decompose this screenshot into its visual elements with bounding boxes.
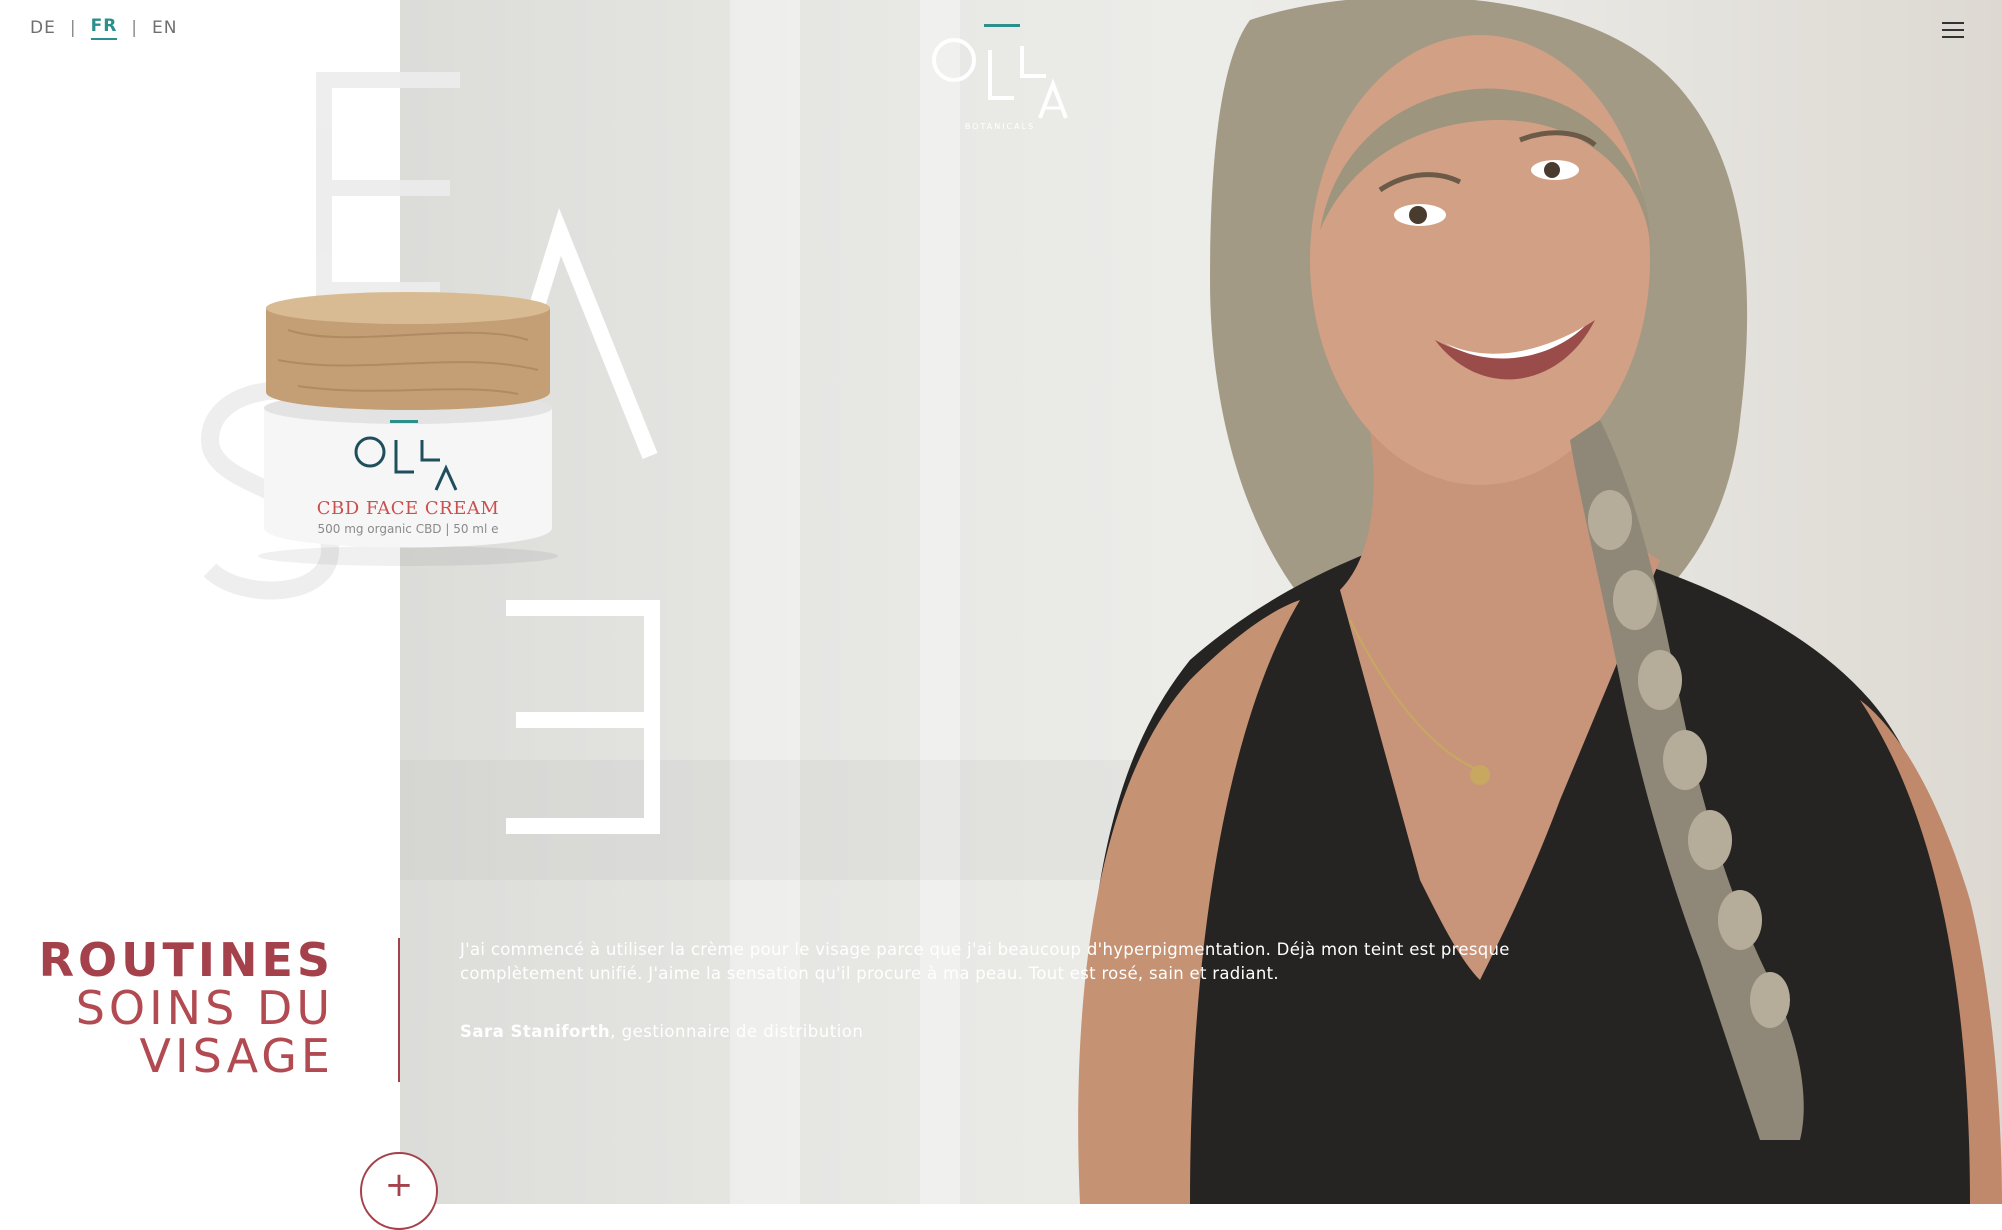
- section-title-line2: SOINS DU: [75, 981, 334, 1035]
- expand-plus-button[interactable]: +: [360, 1152, 438, 1230]
- language-switcher: DE | FR | EN: [30, 16, 177, 40]
- lang-fr-link[interactable]: FR: [90, 16, 118, 40]
- brand-tagline: BOTANICALS: [964, 122, 1036, 131]
- lang-separator: |: [69, 18, 77, 38]
- vertical-divider: [398, 938, 400, 1082]
- lang-de-link[interactable]: DE: [30, 18, 56, 38]
- plus-icon: +: [384, 1165, 414, 1205]
- testimonial-author: Sara Staniforth, gestionnaire de distrib…: [460, 1022, 863, 1041]
- product-details: 500 mg organic CBD | 50 ml e: [317, 522, 499, 536]
- lang-en-link[interactable]: EN: [152, 18, 177, 38]
- product-jar-image: CBD FACE CREAM 500 mg organic CBD | 50 m…: [258, 290, 558, 570]
- author-name: Sara Staniforth: [460, 1022, 611, 1041]
- woman-portrait-image: [1078, 0, 2002, 1204]
- testimonial-quote: J'ai commencé à utiliser la crème pour l…: [460, 940, 1510, 983]
- section-title: ROUTINES SOINS DU VISAGE: [39, 936, 334, 1080]
- author-role: , gestionnaire de distribution: [610, 1022, 864, 1041]
- product-name: CBD FACE CREAM: [316, 498, 500, 519]
- section-title-line3: VISAGE: [139, 1029, 334, 1083]
- brand-logo[interactable]: BOTANICALS: [926, 22, 1074, 137]
- section-title-line1: ROUTINES: [38, 933, 334, 987]
- lang-separator: |: [131, 18, 139, 38]
- hamburger-menu-icon[interactable]: [1942, 22, 1964, 40]
- olla-logo-icon: [932, 24, 1068, 119]
